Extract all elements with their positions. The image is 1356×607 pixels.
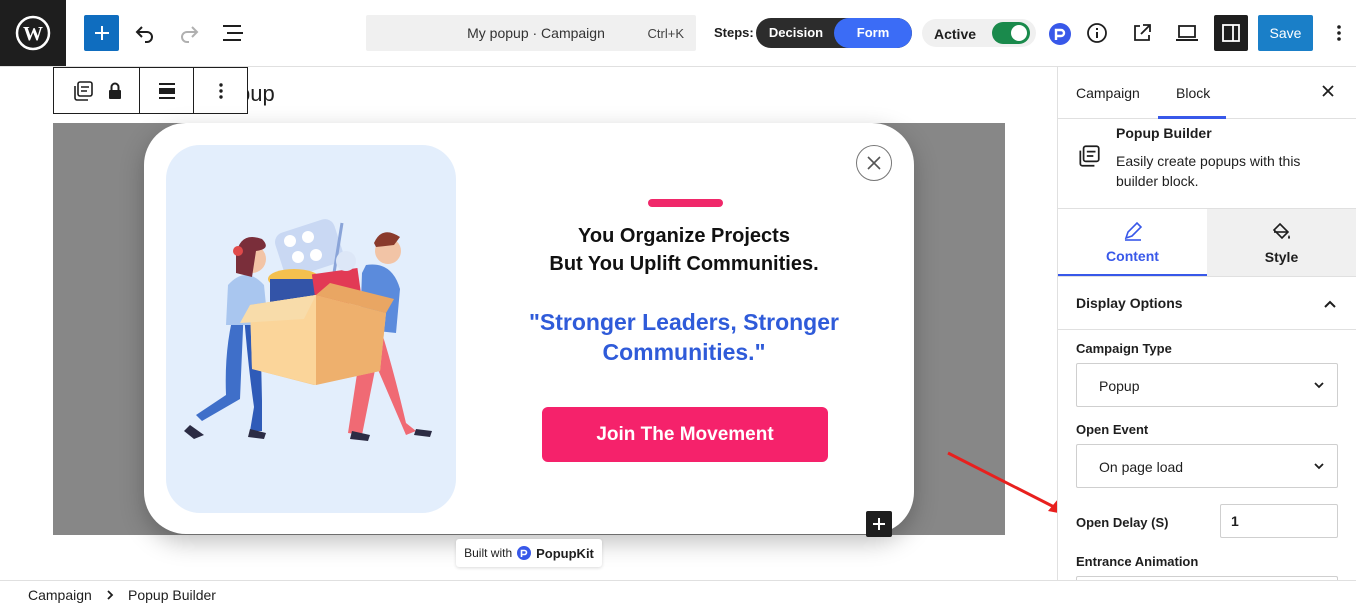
document-overview-button[interactable]: [220, 20, 246, 46]
popup-headline-line2: But You Uplift Communities.: [549, 253, 819, 275]
popupkit-brand: PopupKit: [536, 545, 594, 561]
open-delay-label: Open Delay (S): [1076, 515, 1169, 530]
entrance-animation-label: Entrance Animation: [1076, 554, 1199, 569]
undo-button[interactable]: [132, 20, 158, 46]
active-label: Active: [934, 26, 977, 42]
breadcrumb-item-campaign[interactable]: Campaign: [28, 587, 92, 603]
popup-builder-block-icon: [1079, 145, 1100, 167]
wordpress-logo-button[interactable]: W: [0, 0, 66, 66]
breadcrumb-item-popup-builder[interactable]: Popup Builder: [128, 587, 216, 603]
toggle-knob: [1011, 25, 1027, 41]
pencil-icon: [1124, 221, 1142, 241]
step-decision[interactable]: Decision: [756, 18, 836, 48]
sidebar-icon: [1222, 24, 1240, 42]
accent-bar: [648, 199, 723, 207]
top-toolbar: W My popup · Campaign Ctrl+K Steps: Deci…: [0, 0, 1356, 67]
chevron-right-icon: [107, 590, 114, 600]
paint-bucket-icon: [1272, 222, 1290, 239]
block-description: Easily create popups with this builder b…: [1116, 153, 1301, 189]
close-sidebar-button[interactable]: [1321, 84, 1339, 102]
tab-content[interactable]: Content: [1058, 209, 1207, 276]
tab-style[interactable]: Style: [1207, 209, 1356, 276]
block-options-button[interactable]: [194, 68, 247, 113]
popup-quote-line2: Communities.": [602, 339, 766, 365]
lock-icon[interactable]: [107, 82, 123, 100]
popup-illustration: [166, 145, 456, 513]
wordpress-icon: W: [15, 15, 51, 51]
close-icon: [867, 156, 881, 170]
command-palette-bar[interactable]: My popup · Campaign Ctrl+K: [366, 15, 696, 51]
editor-app: W My popup · Campaign Ctrl+K Steps: Deci…: [0, 0, 1356, 607]
view-external-button[interactable]: [1130, 21, 1154, 45]
content-style-tabs: Content Style: [1058, 209, 1356, 277]
section-title: Display Options: [1076, 295, 1183, 311]
popupkit-logo-icon: [1049, 23, 1071, 45]
more-vertical-icon: [1337, 25, 1341, 41]
popupkit-button[interactable]: [1046, 20, 1074, 48]
info-icon: [1087, 23, 1107, 43]
built-with-badge[interactable]: Built with PopupKit: [456, 539, 602, 567]
list-view-icon: [223, 25, 243, 41]
plus-icon: [873, 518, 885, 530]
open-event-value: On page load: [1099, 459, 1184, 475]
popupkit-logo-icon: [517, 546, 532, 560]
steps-switcher: Decision Form: [756, 18, 912, 48]
close-icon: [1322, 85, 1334, 97]
redo-icon: [181, 26, 199, 43]
block-inserter-button[interactable]: [866, 511, 892, 537]
popup-quote-line1: "Stronger Leaders, Stronger: [529, 309, 839, 335]
plus-icon: [94, 26, 109, 40]
svg-text:W: W: [23, 23, 43, 45]
tab-campaign[interactable]: Campaign: [1076, 85, 1140, 101]
open-event-label: Open Event: [1076, 422, 1149, 437]
options-menu-button[interactable]: [1330, 21, 1348, 45]
sidebar-tabs: Campaign Block: [1058, 67, 1356, 119]
step-form[interactable]: Form: [834, 18, 912, 48]
campaign-type-value: Popup: [1099, 378, 1140, 394]
add-block-button[interactable]: [84, 15, 119, 51]
undo-icon: [135, 26, 153, 43]
settings-sidebar-toggle[interactable]: [1214, 15, 1248, 51]
open-event-select[interactable]: On page load: [1076, 444, 1338, 488]
popup-container[interactable]: You Organize Projects But You Uplift Com…: [144, 123, 914, 534]
block-type-section: [54, 68, 140, 113]
active-toggle[interactable]: [992, 22, 1030, 44]
redo-button[interactable]: [176, 20, 202, 46]
align-section[interactable]: [140, 68, 194, 113]
external-link-icon: [1134, 24, 1151, 41]
block-name: Popup Builder: [1116, 125, 1212, 141]
chevron-down-icon: [1314, 463, 1324, 470]
steps-label: Steps:: [714, 25, 754, 40]
tab-block[interactable]: Block: [1176, 85, 1210, 101]
campaign-type-label: Campaign Type: [1076, 341, 1172, 356]
shortcut-hint: Ctrl+K: [647, 26, 684, 41]
annotation-arrow: [947, 451, 1057, 513]
block-card: Popup Builder Easily create popups with …: [1058, 119, 1356, 209]
people-carrying-box-illustration: [184, 219, 432, 441]
chevron-down-icon: [1314, 382, 1324, 389]
editor-canvas: pup You Organize Projects But You Uplift…: [0, 67, 1057, 580]
open-delay-input[interactable]: 1: [1220, 504, 1338, 538]
tab-style-label: Style: [1264, 248, 1299, 265]
document-title: My popup · Campaign: [467, 25, 605, 41]
laptop-icon: [1176, 25, 1198, 41]
details-button[interactable]: [1085, 21, 1109, 45]
tab-content-label: Content: [1106, 247, 1159, 264]
block-breadcrumb: Campaign Popup Builder: [0, 580, 1356, 607]
chevron-up-icon: [1324, 300, 1336, 308]
popup-builder-block-icon[interactable]: [71, 79, 95, 103]
cta-button[interactable]: Join The Movement: [542, 407, 828, 462]
save-button[interactable]: Save: [1258, 15, 1313, 51]
built-with-text: Built with: [464, 546, 513, 560]
popup-headline-line1: You Organize Projects: [578, 225, 790, 247]
display-options-header[interactable]: Display Options: [1058, 277, 1356, 330]
block-toolbar: [53, 67, 248, 114]
popup-close-button[interactable]: [856, 145, 892, 181]
align-center-icon: [158, 82, 175, 99]
settings-sidebar: Campaign Block Popup Builder Easily crea…: [1057, 67, 1356, 580]
campaign-type-select[interactable]: Popup: [1076, 363, 1338, 407]
active-toggle-group: Active: [922, 19, 1036, 47]
preview-device-button[interactable]: [1174, 21, 1200, 45]
more-vertical-icon: [218, 82, 223, 99]
